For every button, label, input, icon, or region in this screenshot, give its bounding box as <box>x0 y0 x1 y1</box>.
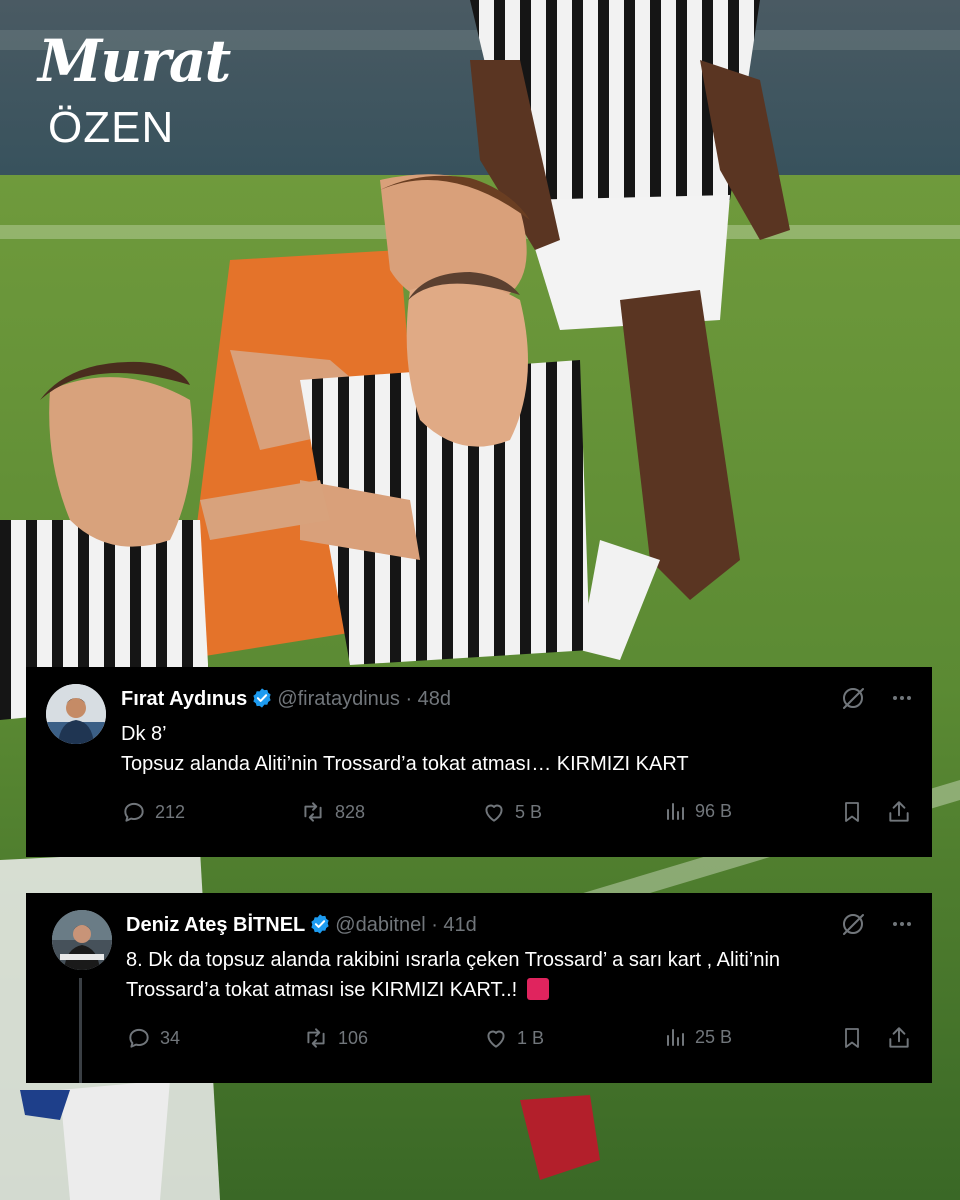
repost-icon <box>304 802 322 822</box>
reply-button[interactable]: 34 <box>126 1025 180 1051</box>
repost-count: 828 <box>335 801 366 822</box>
brand-name: ÖZEN <box>48 103 175 152</box>
repost-button[interactable]: 106 <box>302 1025 368 1051</box>
grok-icon[interactable] <box>840 911 866 942</box>
share-button[interactable] <box>886 799 912 825</box>
avatar[interactable] <box>52 910 112 970</box>
reply-button[interactable]: 212 <box>121 799 185 825</box>
views-button[interactable]: 96 B <box>663 799 732 823</box>
view-count: 96 B <box>695 800 733 821</box>
reply-count: 212 <box>155 801 186 822</box>
avatar-image <box>52 910 112 970</box>
avatar[interactable] <box>46 684 106 744</box>
like-count: 1 B <box>517 1027 545 1048</box>
bookmark-icon <box>845 802 859 822</box>
brand-logo: Murat ÖZEN <box>38 26 238 156</box>
like-count: 5 B <box>515 801 543 822</box>
tweet-actions: 212 828 5 B 96 B <box>121 799 916 829</box>
brand-script: Murat <box>38 27 231 95</box>
like-button[interactable]: 1 B <box>483 1025 544 1051</box>
reply-icon <box>129 1028 149 1048</box>
thread-line <box>79 978 82 1083</box>
red-square-emoji-icon <box>526 978 549 1000</box>
heart-icon <box>487 1030 505 1048</box>
tweet-card[interactable]: Deniz Ateş BİTNEL @dabitnel · 41d 8. Dk d… <box>26 893 932 1083</box>
tweet-time[interactable]: · 48d <box>405 688 451 710</box>
tweet-line: 8. Dk da topsuz alanda rakibini ısrarla … <box>126 949 781 971</box>
more-icon[interactable] <box>890 686 914 715</box>
tweet-text: Dk 8’ Topsuz alanda Aliti’nin Trossard’a… <box>121 719 689 779</box>
avatar-image <box>46 684 106 744</box>
share-icon <box>889 1027 909 1048</box>
tweet-top-icons <box>840 911 914 942</box>
tweet-time[interactable]: · 41d <box>431 914 477 936</box>
views-button[interactable]: 25 B <box>663 1025 732 1049</box>
tweet-actions: 34 106 1 B 25 B <box>126 1025 916 1055</box>
tweet-line: Trossard’a tokat atması ise KIRMIZI KART… <box>126 979 518 1001</box>
tweet-header: Deniz Ateş BİTNEL @dabitnel · 41d <box>126 911 477 943</box>
author-name[interactable]: Deniz Ateş BİTNEL <box>126 914 305 936</box>
tweet-text: 8. Dk da topsuz alanda rakibini ısrarla … <box>126 945 906 1005</box>
tweet-top-icons <box>840 685 914 716</box>
like-button[interactable]: 5 B <box>481 799 542 825</box>
author-handle[interactable]: @firataydinus <box>277 688 400 710</box>
author-handle[interactable]: @dabitnel <box>335 914 425 936</box>
repost-count: 106 <box>338 1027 369 1048</box>
bookmark-button[interactable] <box>840 799 864 825</box>
reply-count: 34 <box>160 1027 181 1048</box>
bookmark-button[interactable] <box>840 1025 864 1051</box>
share-icon <box>889 801 909 822</box>
reply-icon <box>124 802 144 822</box>
repost-icon <box>307 1028 325 1048</box>
share-button[interactable] <box>886 1025 912 1051</box>
verified-badge-icon <box>251 687 273 717</box>
heart-icon <box>485 804 503 822</box>
tweet-line: Dk 8’ <box>121 723 167 745</box>
bookmark-icon <box>845 1028 859 1048</box>
view-count: 25 B <box>695 1026 733 1047</box>
more-icon[interactable] <box>890 912 914 941</box>
repost-button[interactable]: 828 <box>299 799 365 825</box>
tweet-line: Topsuz alanda Aliti’nin Trossard’a tokat… <box>121 753 689 775</box>
author-name[interactable]: Fırat Aydınus <box>121 688 247 710</box>
grok-icon[interactable] <box>840 685 866 716</box>
tweet-card[interactable]: Fırat Aydınus @firataydinus · 48d Dk 8’ T… <box>26 667 932 857</box>
views-chart-icon <box>667 803 684 820</box>
verified-badge-icon <box>309 913 331 943</box>
views-chart-icon <box>667 1029 684 1046</box>
tweet-header: Fırat Aydınus @firataydinus · 48d <box>121 685 451 717</box>
